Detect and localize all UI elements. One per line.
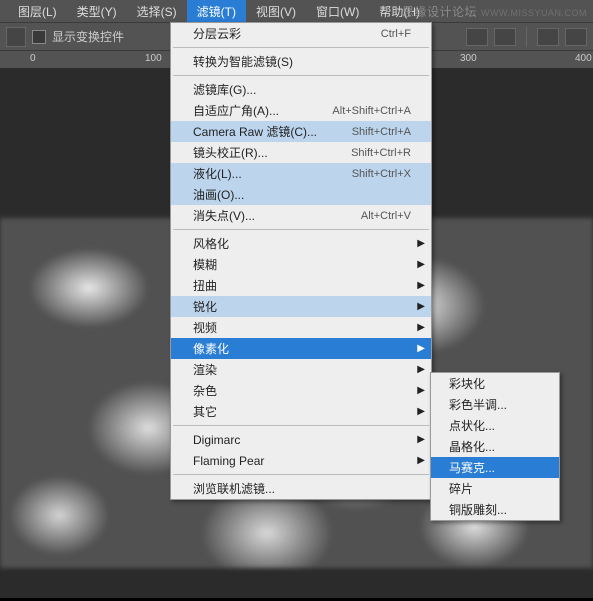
menubar-item-2[interactable]: 选择(S) (127, 0, 187, 23)
menu-item-12[interactable]: 风格化 ▶ (171, 233, 431, 254)
menu-item-label: Flaming Pear (193, 454, 264, 468)
menu-item-shortcut: Shift+Ctrl+X (352, 168, 411, 180)
submenu-arrow-icon: ▶ (417, 434, 425, 445)
menu-item-13[interactable]: 模糊 ▶ (171, 254, 431, 275)
menu-item-label: 锐化 (193, 298, 217, 315)
menu-separator (173, 75, 429, 76)
menu-item-22[interactable]: Digimarc ▶ (171, 429, 431, 450)
menubar-item-5[interactable]: 窗口(W) (306, 0, 369, 23)
show-transform-label: 显示变换控件 (52, 28, 124, 45)
menu-item-label: Camera Raw 滤镜(C)... (193, 123, 317, 140)
submenu-arrow-icon: ▶ (417, 259, 425, 270)
align-button-1[interactable] (466, 28, 488, 46)
submenu-item-5[interactable]: 碎片 (431, 478, 559, 499)
menu-item-label: 消失点(V)... (193, 207, 255, 224)
menu-item-8[interactable]: 液化(L)... Shift+Ctrl+X (171, 163, 431, 184)
menu-item-label: 扭曲 (193, 277, 217, 294)
menubar-item-0[interactable]: 图层(L) (8, 0, 67, 23)
distribute-button-1[interactable] (537, 28, 559, 46)
menu-item-label: 渲染 (193, 361, 217, 378)
menu-item-23[interactable]: Flaming Pear ▶ (171, 450, 431, 471)
watermark: 思缘设计论坛WWW.MISSYUAN.COM (402, 3, 587, 20)
submenu-arrow-icon: ▶ (417, 406, 425, 417)
menu-item-25[interactable]: 浏览联机滤镜... (171, 478, 431, 499)
submenu-item-6[interactable]: 铜版雕刻... (431, 499, 559, 520)
menu-item-label: 杂色 (193, 382, 217, 399)
move-tool-icon[interactable] (6, 27, 26, 47)
menu-item-shortcut: Alt+Shift+Ctrl+A (332, 105, 411, 117)
submenu-arrow-icon: ▶ (417, 301, 425, 312)
menu-item-19[interactable]: 杂色 ▶ (171, 380, 431, 401)
menu-item-label: 液化(L)... (193, 165, 242, 182)
align-button-2[interactable] (494, 28, 516, 46)
submenu-arrow-icon: ▶ (417, 455, 425, 466)
show-transform-checkbox[interactable] (32, 30, 46, 44)
submenu-item-0[interactable]: 彩块化 (431, 373, 559, 394)
menu-separator (173, 47, 429, 48)
pixelate-submenu: 彩块化彩色半调...点状化...晶格化...马赛克...碎片铜版雕刻... (430, 372, 560, 521)
menubar-item-4[interactable]: 视图(V) (246, 0, 306, 23)
menu-item-label: 镜头校正(R)... (193, 144, 268, 161)
menu-item-label: 视频 (193, 319, 217, 336)
submenu-item-4[interactable]: 马赛克... (431, 457, 559, 478)
submenu-item-2[interactable]: 点状化... (431, 415, 559, 436)
menu-separator (173, 474, 429, 475)
menu-item-label: 油画(O)... (193, 186, 244, 203)
menu-item-label: 浏览联机滤镜... (193, 480, 275, 497)
menu-item-label: 转换为智能滤镜(S) (193, 53, 293, 70)
menu-separator (173, 229, 429, 230)
submenu-arrow-icon: ▶ (417, 343, 425, 354)
menu-item-5[interactable]: 自适应广角(A)... Alt+Shift+Ctrl+A (171, 100, 431, 121)
menu-item-shortcut: Shift+Ctrl+A (352, 126, 411, 138)
menu-item-2[interactable]: 转换为智能滤镜(S) (171, 51, 431, 72)
submenu-arrow-icon: ▶ (417, 364, 425, 375)
submenu-item-1[interactable]: 彩色半调... (431, 394, 559, 415)
submenu-arrow-icon: ▶ (417, 385, 425, 396)
menu-item-6[interactable]: Camera Raw 滤镜(C)... Shift+Ctrl+A (171, 121, 431, 142)
menu-item-label: 滤镜库(G)... (193, 81, 256, 98)
submenu-arrow-icon: ▶ (417, 322, 425, 333)
menu-item-label: 风格化 (193, 235, 229, 252)
menu-item-14[interactable]: 扭曲 ▶ (171, 275, 431, 296)
menu-separator (173, 425, 429, 426)
menu-item-18[interactable]: 渲染 ▶ (171, 359, 431, 380)
filter-menu-dropdown: 分层云彩 Ctrl+F 转换为智能滤镜(S) 滤镜库(G)... 自适应广角(A)...… (170, 22, 432, 500)
menu-item-0[interactable]: 分层云彩 Ctrl+F (171, 23, 431, 44)
menu-item-7[interactable]: 镜头校正(R)... Shift+Ctrl+R (171, 142, 431, 163)
menu-item-20[interactable]: 其它 ▶ (171, 401, 431, 422)
menubar-item-1[interactable]: 类型(Y) (67, 0, 127, 23)
menu-item-shortcut: Ctrl+F (381, 28, 411, 40)
menu-item-shortcut: Shift+Ctrl+R (351, 147, 411, 159)
menu-item-label: 像素化 (193, 340, 229, 357)
distribute-button-2[interactable] (565, 28, 587, 46)
menubar-item-3[interactable]: 滤镜(T) (187, 0, 246, 23)
menu-item-10[interactable]: 消失点(V)... Alt+Ctrl+V (171, 205, 431, 226)
menu-item-label: 分层云彩 (193, 25, 241, 42)
toolbar-separator (526, 27, 527, 47)
menu-item-15[interactable]: 锐化 ▶ (171, 296, 431, 317)
menu-item-label: 模糊 (193, 256, 217, 273)
menu-item-9[interactable]: 油画(O)... (171, 184, 431, 205)
menu-item-label: 其它 (193, 403, 217, 420)
menu-item-16[interactable]: 视频 ▶ (171, 317, 431, 338)
submenu-arrow-icon: ▶ (417, 280, 425, 291)
menu-item-17[interactable]: 像素化 ▶ (171, 338, 431, 359)
menu-item-label: 自适应广角(A)... (193, 102, 279, 119)
submenu-item-3[interactable]: 晶格化... (431, 436, 559, 457)
submenu-arrow-icon: ▶ (417, 238, 425, 249)
menu-item-shortcut: Alt+Ctrl+V (361, 210, 411, 222)
menu-item-4[interactable]: 滤镜库(G)... (171, 79, 431, 100)
menu-item-label: Digimarc (193, 433, 240, 447)
